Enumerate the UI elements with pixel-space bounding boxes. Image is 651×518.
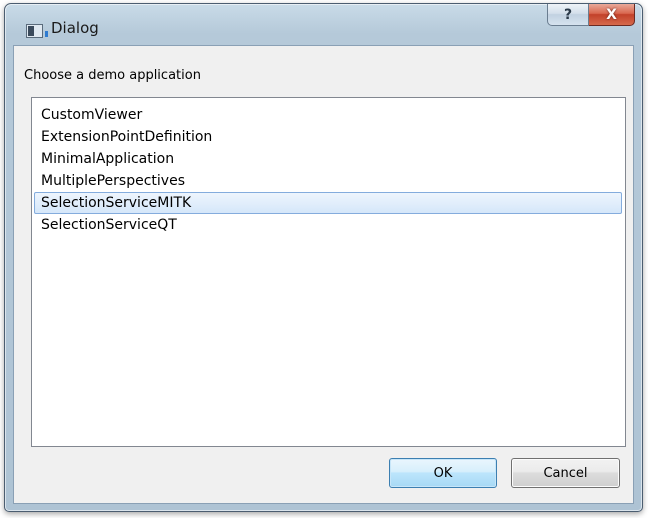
close-button[interactable]: X [589,4,635,26]
title-bar[interactable]: Dialog ? X [5,4,642,44]
list-item-extensionpointdefinition[interactable]: ExtensionPointDefinition [34,126,622,148]
help-icon: ? [563,6,573,23]
ok-button[interactable]: OK [389,458,497,488]
cancel-button[interactable]: Cancel [511,458,620,488]
caption-buttons: ? X [547,4,635,26]
prompt-label: Choose a demo application [24,68,201,83]
list-item-selectionservicemitk[interactable]: SelectionServiceMITK [34,192,622,214]
demo-application-list[interactable]: CustomViewer ExtensionPointDefinition Mi… [31,97,626,447]
list-item-minimalapplication[interactable]: MinimalApplication [34,148,622,170]
list-item-customviewer[interactable]: CustomViewer [34,104,622,126]
app-window-icon [26,24,48,38]
list-item-selectionserviceqt[interactable]: SelectionServiceQT [34,214,622,236]
window-title: Dialog [51,19,99,37]
list-item-multipleperspectives[interactable]: MultiplePerspectives [34,170,622,192]
help-button[interactable]: ? [547,4,589,26]
close-icon: X [606,6,617,23]
